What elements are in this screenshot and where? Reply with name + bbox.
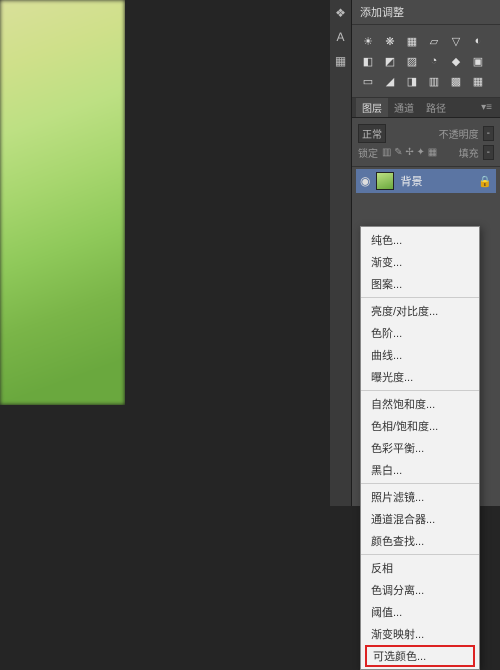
menu-photo-filter[interactable]: 照片滤镜...	[361, 486, 479, 508]
opacity-field[interactable]: -	[483, 126, 494, 141]
lock-icon: 🔒	[478, 175, 492, 188]
levels-icon[interactable]: ❋	[382, 33, 398, 49]
menu-gradient-map[interactable]: 渐变映射...	[361, 623, 479, 645]
curves-icon[interactable]: ▦	[404, 33, 420, 49]
menu-solid-color[interactable]: 纯色...	[361, 229, 479, 251]
adj-icon-18[interactable]: ▦	[470, 73, 486, 89]
fill-field[interactable]: -	[483, 145, 494, 160]
gradientmap-icon[interactable]: ◨	[404, 73, 420, 89]
layers-options: 正常 不透明度 - 锁定 ▥ ✎ ✢ ✦ ▦ 填充 -	[352, 118, 500, 167]
layer-thumbnail[interactable]	[376, 172, 394, 190]
menu-gradient[interactable]: 渐变...	[361, 251, 479, 273]
menu-color-lookup[interactable]: 颜色查找...	[361, 530, 479, 552]
invert-icon[interactable]: ▣	[470, 53, 486, 69]
threshold-icon[interactable]: ◢	[382, 73, 398, 89]
brightness-icon[interactable]: ☀	[360, 33, 376, 49]
selectivecolor-icon[interactable]: ▥	[426, 73, 442, 89]
menu-vibrance[interactable]: 自然饱和度...	[361, 393, 479, 415]
menu-separator	[361, 297, 479, 298]
layer-name: 背景	[400, 173, 472, 189]
hue-icon[interactable]: ◐	[470, 33, 486, 49]
panel-menu-icon[interactable]: ▾≡	[477, 102, 496, 113]
document-canvas[interactable]	[0, 0, 125, 405]
adjustments-panel-title: 添加调整	[352, 0, 500, 25]
adjustments-icons: ☀ ❋ ▦ ▱ ▽ ◐ ◧ ◩ ▨ ◔ ◆ ▣ ▭ ◢ ◨ ▥ ▩ ▦	[352, 25, 500, 98]
menu-separator	[361, 483, 479, 484]
menu-separator	[361, 554, 479, 555]
blend-mode-select[interactable]: 正常	[358, 124, 386, 143]
menu-color-balance[interactable]: 色彩平衡...	[361, 437, 479, 459]
menu-exposure[interactable]: 曝光度...	[361, 366, 479, 388]
exposure-icon[interactable]: ▱	[426, 33, 442, 49]
vibrance-icon[interactable]: ▽	[448, 33, 464, 49]
lock-icons[interactable]: ▥ ✎ ✢ ✦ ▦	[382, 147, 437, 158]
menu-curves[interactable]: 曲线...	[361, 344, 479, 366]
menu-selective-color[interactable]: 可选颜色...	[365, 645, 475, 667]
tab-channels[interactable]: 通道	[388, 98, 420, 117]
menu-invert[interactable]: 反相	[361, 557, 479, 579]
menu-separator	[361, 390, 479, 391]
menu-black-white[interactable]: 黑白...	[361, 459, 479, 481]
opacity-label: 不透明度	[439, 126, 479, 141]
text-icon[interactable]: A	[336, 30, 344, 44]
channelmixer-icon[interactable]: ◔	[426, 53, 442, 69]
posterize-icon[interactable]: ▭	[360, 73, 376, 89]
menu-posterize[interactable]: 色调分离...	[361, 579, 479, 601]
colorbalance-icon[interactable]: ◧	[360, 53, 376, 69]
layer-row-background[interactable]: ◉ 背景 🔒	[356, 169, 496, 193]
adj-icon-17[interactable]: ▩	[448, 73, 464, 89]
history-icon[interactable]: ❖	[335, 6, 346, 20]
menu-threshold[interactable]: 阈值...	[361, 601, 479, 623]
menu-channel-mixer[interactable]: 通道混合器...	[361, 508, 479, 530]
layers-panel-tabs: 图层 通道 路径 ▾≡	[352, 98, 500, 118]
swatches-icon[interactable]: ▦	[335, 54, 346, 68]
menu-levels[interactable]: 色阶...	[361, 322, 479, 344]
menu-brightness-contrast[interactable]: 亮度/对比度...	[361, 300, 479, 322]
tab-layers[interactable]: 图层	[356, 98, 388, 117]
visibility-icon[interactable]: ◉	[360, 174, 370, 188]
fill-label: 填充	[459, 145, 479, 160]
tab-paths[interactable]: 路径	[420, 98, 452, 117]
colorlookup-icon[interactable]: ◆	[448, 53, 464, 69]
adjustment-layer-context-menu: 纯色... 渐变... 图案... 亮度/对比度... 色阶... 曲线... …	[360, 226, 480, 670]
menu-hue-saturation[interactable]: 色相/饱和度...	[361, 415, 479, 437]
panel-dock-icons: ❖ A ▦	[330, 0, 352, 506]
lock-label: 锁定	[358, 145, 378, 160]
bw-icon[interactable]: ◩	[382, 53, 398, 69]
photofilter-icon[interactable]: ▨	[404, 53, 420, 69]
menu-pattern[interactable]: 图案...	[361, 273, 479, 295]
